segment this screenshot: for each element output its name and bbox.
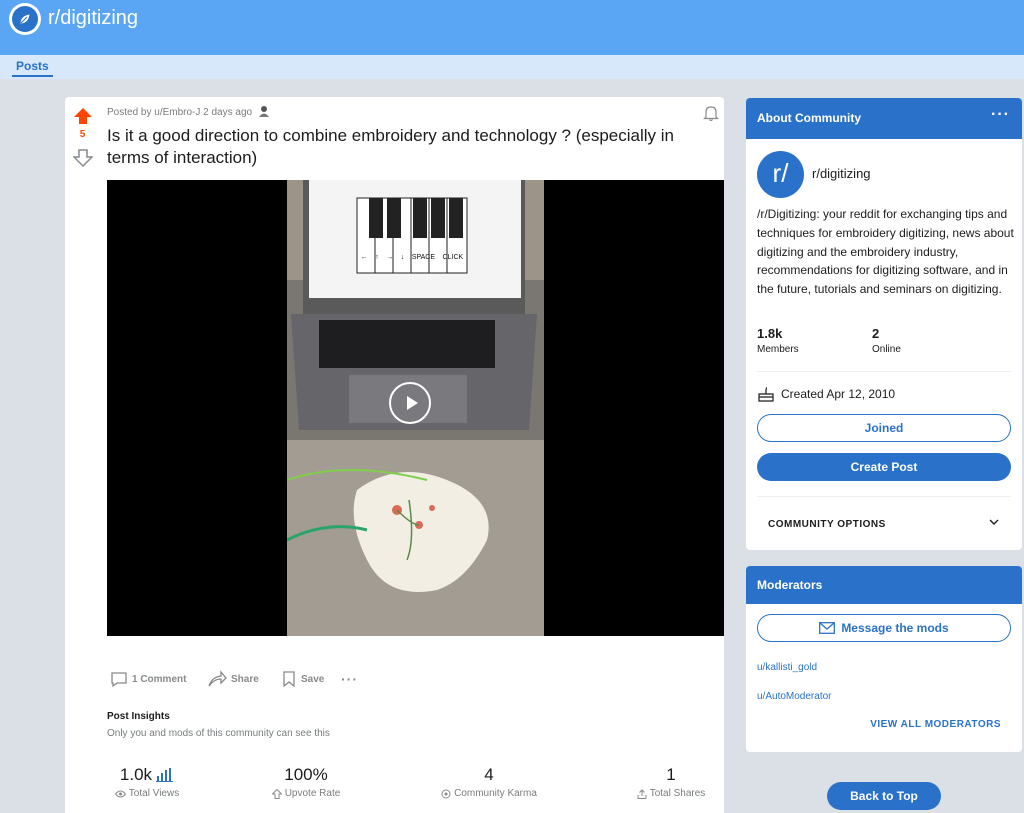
about-header: About Community ··· xyxy=(746,98,1022,139)
mail-icon xyxy=(819,622,836,634)
members-label: Members xyxy=(757,344,799,355)
stat-label: Total Views xyxy=(128,788,180,799)
online-count: 2 xyxy=(872,326,880,341)
post-meta: Posted by u/Embro-J 2 days ago xyxy=(107,105,270,118)
community-options-label: COMMUNITY OPTIONS xyxy=(768,519,886,530)
insights-title: Post Insights xyxy=(107,711,170,722)
save-button[interactable]: Save xyxy=(281,669,324,689)
community-description: /r/Digitizing: your reddit for exchangin… xyxy=(757,207,1014,297)
divider xyxy=(757,371,1011,372)
top-bar: r/digitizing xyxy=(0,0,1024,55)
members-count: 1.8k xyxy=(757,326,783,341)
insights-subtitle: Only you and mods of this community can … xyxy=(107,728,330,739)
moderators-card: Moderators Message the mods u/kallisti_g… xyxy=(746,566,1022,752)
create-post-button[interactable]: Create Post xyxy=(757,453,1011,481)
message-mods-button[interactable]: Message the mods xyxy=(757,614,1011,642)
downvote-arrow-icon[interactable] xyxy=(73,149,93,167)
upvote-outline-icon xyxy=(271,788,282,799)
bookmark-icon xyxy=(283,671,295,688)
eye-icon xyxy=(114,790,126,797)
comment-button[interactable]: 1 Comment xyxy=(110,669,186,689)
stat-value: 4 xyxy=(484,765,494,784)
video-frame: ← ↑ → ↓ SPACE CLICK xyxy=(287,180,544,636)
video-key-label: SPACE xyxy=(411,254,436,261)
save-label: Save xyxy=(301,673,325,685)
about-community-card: About Community ··· r/ r/digitizing /r/D… xyxy=(746,98,1022,550)
community-logo-icon[interactable] xyxy=(9,3,41,35)
more-options-icon[interactable]: ··· xyxy=(991,106,1010,124)
message-mods-label: Message the mods xyxy=(841,621,949,635)
page-title[interactable]: r/digitizing xyxy=(48,7,138,30)
comment-icon xyxy=(111,672,127,688)
stat-community-karma: 4 Community Karma xyxy=(429,765,549,799)
chevron-down-icon xyxy=(989,519,999,525)
stat-value: 100% xyxy=(284,765,328,784)
play-icon xyxy=(407,396,418,410)
tab-bar: Posts xyxy=(0,55,1024,79)
bar-chart-icon[interactable] xyxy=(156,768,174,782)
stat-total-shares: 1 Total Shares xyxy=(631,765,711,799)
stat-label: Total Shares xyxy=(649,788,706,799)
community-name[interactable]: r/digitizing xyxy=(812,166,871,181)
community-options-toggle[interactable]: COMMUNITY OPTIONS xyxy=(768,519,1000,530)
back-to-top-button[interactable]: Back to Top xyxy=(827,782,941,810)
share-button[interactable]: Share xyxy=(207,669,259,689)
share-out-icon xyxy=(637,788,647,799)
moderator-link[interactable]: u/kallisti_gold xyxy=(757,662,817,673)
mod-shield-icon xyxy=(258,105,270,117)
created-date: Created Apr 12, 2010 xyxy=(757,386,895,402)
community-avatar: r/ xyxy=(757,151,804,198)
post-title[interactable]: Is it a good direction to combine embroi… xyxy=(107,125,712,169)
stat-label: Upvote Rate xyxy=(284,788,341,799)
video-key-label: ↓ xyxy=(400,254,405,261)
comment-label: 1 Comment xyxy=(132,673,187,685)
stat-upvote-rate: 100% Upvote Rate xyxy=(261,765,351,799)
moderators-header: Moderators xyxy=(746,566,1022,604)
video-key-label: ↑ xyxy=(375,254,379,261)
created-text: Created Apr 12, 2010 xyxy=(781,387,896,401)
share-icon xyxy=(208,670,227,687)
stat-label: Community Karma xyxy=(454,788,537,799)
video-key-label: → xyxy=(386,254,394,261)
share-label: Share xyxy=(231,673,259,685)
post-meta-text: Posted by u/Embro-J 2 days ago xyxy=(107,107,253,118)
notification-bell-icon[interactable] xyxy=(702,104,720,122)
view-all-moderators-link[interactable]: VIEW ALL MODERATORS xyxy=(870,719,1001,730)
moderators-header-title: Moderators xyxy=(757,578,823,592)
video-key-label: ← xyxy=(360,254,368,261)
video-key-label: CLICK xyxy=(442,254,464,261)
cake-icon xyxy=(758,387,774,402)
post-card: 5 Posted by u/Embro-J 2 days ago Is it a… xyxy=(65,97,724,813)
more-options-icon[interactable]: ··· xyxy=(341,669,358,689)
tab-posts[interactable]: Posts xyxy=(12,59,53,77)
upvote-arrow-icon[interactable] xyxy=(73,107,93,125)
play-button[interactable] xyxy=(389,382,431,424)
video-player[interactable]: ← ↑ → ↓ SPACE CLICK xyxy=(107,180,724,636)
vote-count: 5 xyxy=(79,129,86,140)
divider xyxy=(757,496,1011,497)
stat-total-views: 1.0k Total Views xyxy=(107,765,187,799)
stat-value: 1.0k xyxy=(119,765,153,784)
about-header-title: About Community xyxy=(757,111,861,125)
online-stat: 2 Online xyxy=(872,326,901,355)
online-label: Online xyxy=(872,344,901,355)
stat-value: 1 xyxy=(666,765,676,784)
members-stat: 1.8k Members xyxy=(757,326,799,355)
moderator-link[interactable]: u/AutoModerator xyxy=(757,691,832,702)
karma-icon xyxy=(441,789,451,798)
joined-button[interactable]: Joined xyxy=(757,414,1011,442)
